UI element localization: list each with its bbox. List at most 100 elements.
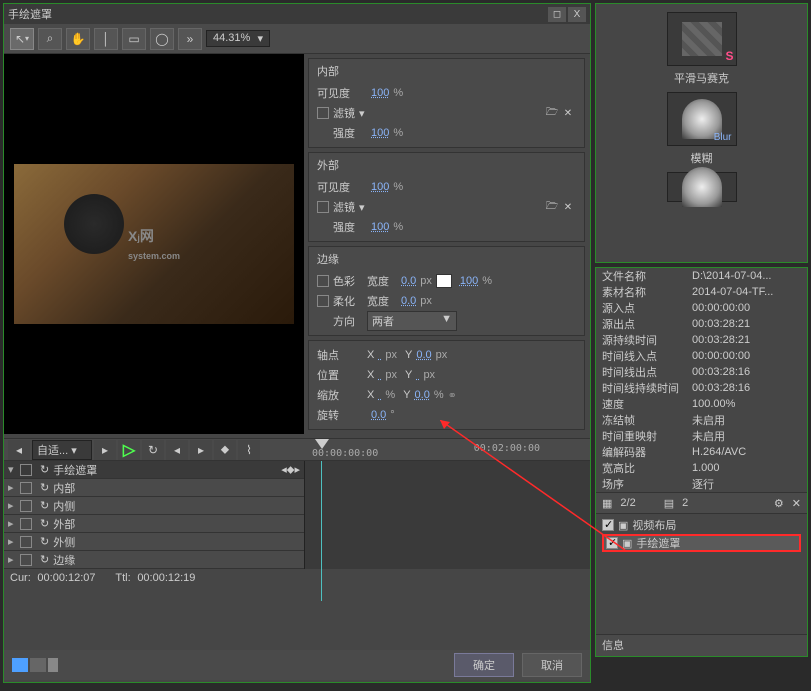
direction-dropdown[interactable]: 两者 ▼ — [367, 311, 457, 331]
info-key: 源入点 — [602, 300, 692, 316]
layer-row-selected[interactable]: ▣ 手绘遮罩 — [602, 534, 801, 552]
layer-visible-checkbox[interactable] — [602, 519, 614, 531]
effect-item-blur[interactable]: Blur 模糊 — [657, 92, 747, 166]
rot-value[interactable]: 0.0 — [371, 409, 386, 421]
pivot-x[interactable] — [378, 349, 381, 361]
chevron-down-icon[interactable]: ▾ — [359, 201, 365, 214]
timeline-canvas[interactable] — [304, 461, 590, 569]
track-enable-checkbox[interactable] — [20, 482, 32, 494]
view-mode-b[interactable] — [30, 658, 46, 672]
preset-del-icon[interactable]: ✕ — [560, 106, 576, 120]
chevron-right-icon[interactable]: ▸ — [8, 535, 18, 548]
hand-tool[interactable]: ✋ — [66, 28, 90, 50]
edge-width-value[interactable]: 0.0 — [401, 275, 416, 287]
effect-item-mosaic[interactable]: S 平滑马赛克 — [657, 12, 747, 86]
edge-soft-checkbox[interactable] — [317, 295, 329, 307]
zoom-tool[interactable]: ⌕ — [38, 28, 62, 50]
next-frame-button[interactable]: ▸ — [190, 440, 212, 460]
timeline: ◂ 自适... ▾ ▸ ▷ ↻ ◂ ▸ ⬥ ⌇ 00:00:00:00 00:0… — [4, 438, 590, 587]
outer-filter-checkbox[interactable] — [317, 201, 329, 213]
outer-intensity-value[interactable]: 100 — [371, 221, 389, 233]
layer-label: 视频布局 — [632, 517, 676, 533]
chevron-down-icon[interactable]: ▾ — [359, 107, 365, 120]
edge-color-swatch[interactable] — [436, 274, 452, 288]
info-value: 逐行 — [692, 476, 801, 492]
keyframe-button[interactable]: ⬥ — [214, 440, 236, 460]
line-tool[interactable]: │ — [94, 28, 118, 50]
chevron-right-icon[interactable]: ▸ — [8, 481, 18, 494]
layer-label: 手绘遮罩 — [636, 535, 680, 551]
ok-button[interactable]: 确定 — [454, 653, 514, 677]
more-tools[interactable]: » — [178, 28, 202, 50]
effect-thumb: S — [667, 12, 737, 66]
track-enable-checkbox[interactable] — [20, 518, 32, 530]
track-enable-checkbox[interactable] — [20, 554, 32, 566]
bottom-bar: 确定 取消 — [4, 650, 590, 680]
track-row[interactable]: ▸ ↻ 内侧 — [4, 497, 304, 515]
track-row[interactable]: ▸ ↻ 外侧 — [4, 533, 304, 551]
edge-group: 边缘 色彩 宽度 0.0 px 100 % 柔化 宽度 0.0 px — [308, 246, 585, 336]
view-mode-a[interactable] — [12, 658, 28, 672]
key-nav-icon[interactable]: ◂⬥▸ — [281, 463, 300, 477]
close-icon[interactable]: ✕ — [792, 497, 801, 510]
play-button[interactable]: ▷ — [118, 440, 140, 460]
loop-button[interactable]: ↻ — [142, 440, 164, 460]
layer-row[interactable]: ▣ 视频布局 — [602, 516, 801, 534]
timecode-mark: 00:00:00:00 — [312, 448, 378, 459]
prev-frame-button[interactable]: ◂ — [166, 440, 188, 460]
layer-visible-checkbox[interactable] — [606, 537, 618, 549]
zoom-level-input[interactable]: 44.31% ▾ — [206, 30, 270, 47]
settings-icon[interactable]: ⚙ — [774, 497, 784, 510]
playhead[interactable] — [321, 461, 322, 601]
effect-item-partial[interactable] — [657, 172, 747, 206]
preset-save-icon[interactable]: 🗁 — [544, 106, 560, 120]
track-row[interactable]: ▸ ↻ 外部 — [4, 515, 304, 533]
rect-tool[interactable]: ▭ — [122, 28, 146, 50]
effect-thumb: Blur — [667, 92, 737, 146]
chevron-right-icon[interactable]: ▸ — [8, 553, 18, 566]
ellipse-tool[interactable]: ◯ — [150, 28, 174, 50]
pivot-y[interactable]: 0.0 — [416, 349, 431, 361]
track-enable-checkbox[interactable] — [20, 536, 32, 548]
edge-color-checkbox[interactable] — [317, 275, 329, 287]
next-key-icon[interactable]: ▸ — [94, 440, 116, 460]
close-button[interactable]: X — [568, 7, 586, 22]
info-key: 源出点 — [602, 316, 692, 332]
detach-button[interactable]: ◻ — [548, 7, 566, 22]
scale-x[interactable] — [378, 389, 381, 401]
inner-visibility-value[interactable]: 100 — [371, 87, 389, 99]
preset-save-icon[interactable]: 🗁 — [544, 200, 560, 214]
fit-dropdown[interactable]: 自适... ▾ — [32, 440, 92, 460]
view-mode-c[interactable] — [48, 658, 58, 672]
inner-filter-checkbox[interactable] — [317, 107, 329, 119]
preview-viewport[interactable]: Xj网system.com — [4, 54, 304, 434]
intensity-label: 强度 — [317, 125, 367, 141]
info-row: 源持续时间00:03:28:21 — [596, 332, 807, 348]
prev-key-icon[interactable]: ◂ — [8, 440, 30, 460]
track-enable-checkbox[interactable] — [20, 500, 32, 512]
track-row[interactable]: ▸ ↻ 内部 — [4, 479, 304, 497]
pos-y[interactable] — [416, 369, 419, 381]
preset-del-icon[interactable]: ✕ — [560, 200, 576, 214]
cancel-button[interactable]: 取消 — [522, 653, 582, 677]
track-row[interactable]: ▸ ↻ 边缘 — [4, 551, 304, 569]
chevron-right-icon[interactable]: ▸ — [8, 517, 18, 530]
chevron-down-icon[interactable]: ▾ — [8, 463, 18, 476]
link-icon[interactable]: ⚭ — [448, 389, 457, 402]
track-enable-checkbox[interactable] — [20, 464, 32, 476]
page-indicator: 2/2 — [620, 497, 635, 509]
graph-button[interactable]: ⌇ — [238, 440, 260, 460]
outer-visibility-value[interactable]: 100 — [371, 181, 389, 193]
pos-x[interactable] — [378, 369, 381, 381]
chevron-right-icon[interactable]: ▸ — [8, 499, 18, 512]
scale-y[interactable]: 0.0 — [415, 389, 430, 401]
loop-icon: ↻ — [40, 499, 49, 512]
track-row-root[interactable]: ▾ ↻ 手绘遮罩 ◂⬥▸ — [4, 461, 304, 479]
edge-pct-value[interactable]: 100 — [460, 275, 478, 287]
soft-width-value[interactable]: 0.0 — [401, 295, 416, 307]
track-label: 手绘遮罩 — [53, 462, 97, 478]
arrow-tool[interactable]: ↖▾ — [10, 28, 34, 50]
info-key: 源持续时间 — [602, 332, 692, 348]
inner-intensity-value[interactable]: 100 — [371, 127, 389, 139]
timecode-mark: 00:02:00:00 — [474, 443, 540, 454]
